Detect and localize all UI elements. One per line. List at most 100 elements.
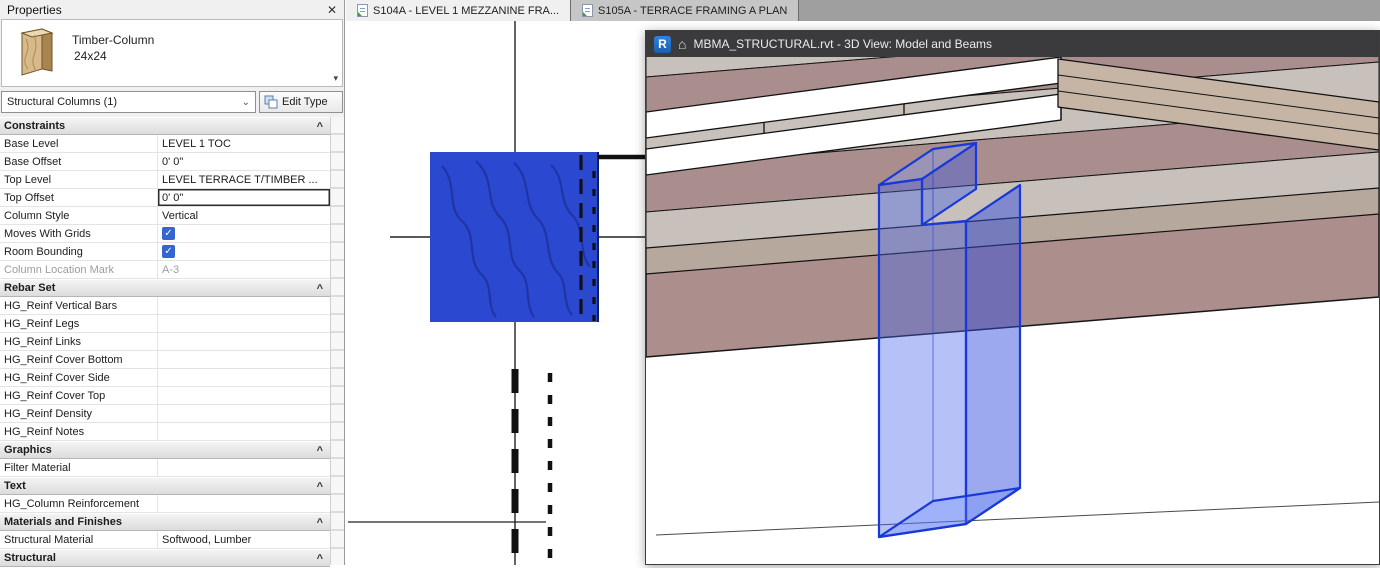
- property-row: Top Offset 0' 0": [0, 189, 330, 207]
- property-value[interactable]: [158, 405, 330, 422]
- property-value[interactable]: [158, 315, 330, 332]
- checkbox[interactable]: ✓: [162, 227, 175, 240]
- property-value[interactable]: [158, 351, 330, 368]
- section-title: Graphics: [4, 444, 52, 456]
- section-title: Text: [4, 480, 26, 492]
- collapse-chevron-icon[interactable]: ^: [317, 481, 323, 493]
- type-name: 24x24: [74, 49, 107, 63]
- property-row: Structural Material Softwood, Lumber: [0, 531, 330, 549]
- property-label: HG_Reinf Cover Bottom: [0, 351, 158, 368]
- property-row: Top Level LEVEL TERRACE T/TIMBER ...: [0, 171, 330, 189]
- properties-scrollbar[interactable]: [330, 117, 344, 565]
- properties-title: Properties: [7, 2, 62, 17]
- view-tab[interactable]: S105A - TERRACE FRAMING A PLAN: [571, 0, 800, 21]
- property-row: HG_Reinf Cover Bottom: [0, 351, 330, 369]
- properties-palette-header[interactable]: Properties ✕: [0, 0, 344, 19]
- property-row: Column Style Vertical: [0, 207, 330, 225]
- grid-line-3d[interactable]: [655, 501, 1379, 536]
- property-value[interactable]: LEVEL TERRACE T/TIMBER ...: [158, 171, 330, 188]
- timber-column-3d[interactable]: [877, 141, 1022, 539]
- section-title: Constraints: [4, 120, 66, 132]
- section-header-materials-and-finishes[interactable]: Materials and Finishes ^: [0, 513, 330, 531]
- selection-filter-label: Structural Columns (1): [7, 96, 118, 108]
- property-row: HG_Column Reinforcement: [0, 495, 330, 513]
- property-label: HG_Column Reinforcement: [0, 495, 158, 512]
- property-row: HG_Reinf Density: [0, 405, 330, 423]
- property-label: Structural Material: [0, 531, 158, 548]
- property-value[interactable]: Vertical: [158, 207, 330, 224]
- property-value[interactable]: [158, 333, 330, 350]
- view-tab-label: S104A - LEVEL 1 MEZZANINE FRA...: [373, 4, 560, 17]
- property-row: HG_Reinf Cover Top: [0, 387, 330, 405]
- view-tab-bar: S104A - LEVEL 1 MEZZANINE FRA... S105A - …: [346, 0, 1380, 21]
- type-selector-dropdown-icon[interactable]: ▾: [333, 73, 338, 84]
- property-value[interactable]: 0' 0": [158, 153, 330, 170]
- checkbox[interactable]: ✓: [162, 245, 175, 258]
- edit-type-label: Edit Type: [282, 96, 328, 108]
- property-label: Filter Material: [0, 459, 158, 476]
- property-row: HG_Reinf Notes: [0, 423, 330, 441]
- property-value[interactable]: [158, 369, 330, 386]
- property-value[interactable]: [158, 459, 330, 476]
- section-header-constraints[interactable]: Constraints ^: [0, 117, 330, 135]
- collapse-chevron-icon[interactable]: ^: [317, 445, 323, 457]
- edit-type-icon: [264, 95, 278, 109]
- collapse-chevron-icon[interactable]: ^: [317, 553, 323, 565]
- section-header-graphics[interactable]: Graphics ^: [0, 441, 330, 459]
- property-value[interactable]: [158, 423, 330, 440]
- document-icon: [357, 4, 368, 17]
- collapse-chevron-icon[interactable]: ^: [317, 283, 323, 295]
- property-value[interactable]: [158, 495, 330, 512]
- property-row: HG_Reinf Vertical Bars: [0, 297, 330, 315]
- property-value[interactable]: A-3: [158, 261, 330, 278]
- 3d-view-canvas[interactable]: [646, 57, 1379, 564]
- section-title: Rebar Set: [4, 282, 56, 294]
- type-family-name: Timber-Column: [72, 33, 155, 47]
- section-header-structural[interactable]: Structural ^: [0, 549, 330, 567]
- property-row: HG_Reinf Cover Side: [0, 369, 330, 387]
- property-label: HG_Reinf Legs: [0, 315, 158, 332]
- property-row: Base Level LEVEL 1 TOC: [0, 135, 330, 153]
- property-row: HG_Reinf Legs: [0, 315, 330, 333]
- property-value[interactable]: 0' 0": [158, 189, 330, 206]
- section-title: Materials and Finishes: [4, 516, 122, 528]
- property-row: Base Offset 0' 0": [0, 153, 330, 171]
- property-label: Top Level: [0, 171, 158, 188]
- property-row: Column Location Mark A-3: [0, 261, 330, 279]
- view-tab-label: S105A - TERRACE FRAMING A PLAN: [598, 4, 788, 17]
- property-row: Filter Material: [0, 459, 330, 477]
- close-icon[interactable]: ✕: [327, 3, 337, 17]
- section-header-text[interactable]: Text ^: [0, 477, 330, 495]
- property-label: HG_Reinf Links: [0, 333, 158, 350]
- property-label: Base Level: [0, 135, 158, 152]
- type-thumbnail-image: [20, 28, 54, 76]
- property-value[interactable]: ✓: [158, 225, 330, 242]
- floating-window-title: MBMA_STRUCTURAL.rvt - 3D View: Model and…: [693, 37, 992, 51]
- edit-type-button[interactable]: Edit Type: [259, 91, 343, 113]
- property-value[interactable]: ✓: [158, 243, 330, 260]
- property-row: HG_Reinf Links: [0, 333, 330, 351]
- home-view-icon: ⌂: [678, 36, 687, 52]
- property-value[interactable]: [158, 297, 330, 314]
- property-value[interactable]: Softwood, Lumber: [158, 531, 330, 548]
- document-icon: [582, 4, 594, 17]
- property-value[interactable]: [158, 387, 330, 404]
- property-label: Moves With Grids: [0, 225, 158, 242]
- collapse-chevron-icon[interactable]: ^: [317, 517, 323, 529]
- view-tab[interactable]: S104A - LEVEL 1 MEZZANINE FRA...: [346, 0, 572, 21]
- property-label: HG_Reinf Notes: [0, 423, 158, 440]
- property-label: Top Offset: [0, 189, 158, 206]
- chevron-down-icon: ⌄: [241, 96, 250, 108]
- property-label: Column Style: [0, 207, 158, 224]
- type-selector[interactable]: Timber-Column 24x24 ▾: [1, 19, 343, 87]
- collapse-chevron-icon[interactable]: ^: [317, 121, 323, 133]
- property-value[interactable]: LEVEL 1 TOC: [158, 135, 330, 152]
- section-title: Structural: [4, 552, 56, 564]
- properties-palette: Properties ✕ Timber-Column 24x24 ▾ Struc…: [0, 0, 345, 567]
- property-grid: Constraints ^ Base Level LEVEL 1 TOC Base Of…: [0, 117, 330, 567]
- floating-window-titlebar[interactable]: R ⌂ MBMA_STRUCTURAL.rvt - 3D View: Model…: [646, 31, 1379, 57]
- section-header-rebar-set[interactable]: Rebar Set ^: [0, 279, 330, 297]
- timber-column-plan[interactable]: [430, 152, 598, 322]
- property-label: HG_Reinf Density: [0, 405, 158, 422]
- selection-filter-combo[interactable]: Structural Columns (1) ⌄: [1, 91, 256, 113]
